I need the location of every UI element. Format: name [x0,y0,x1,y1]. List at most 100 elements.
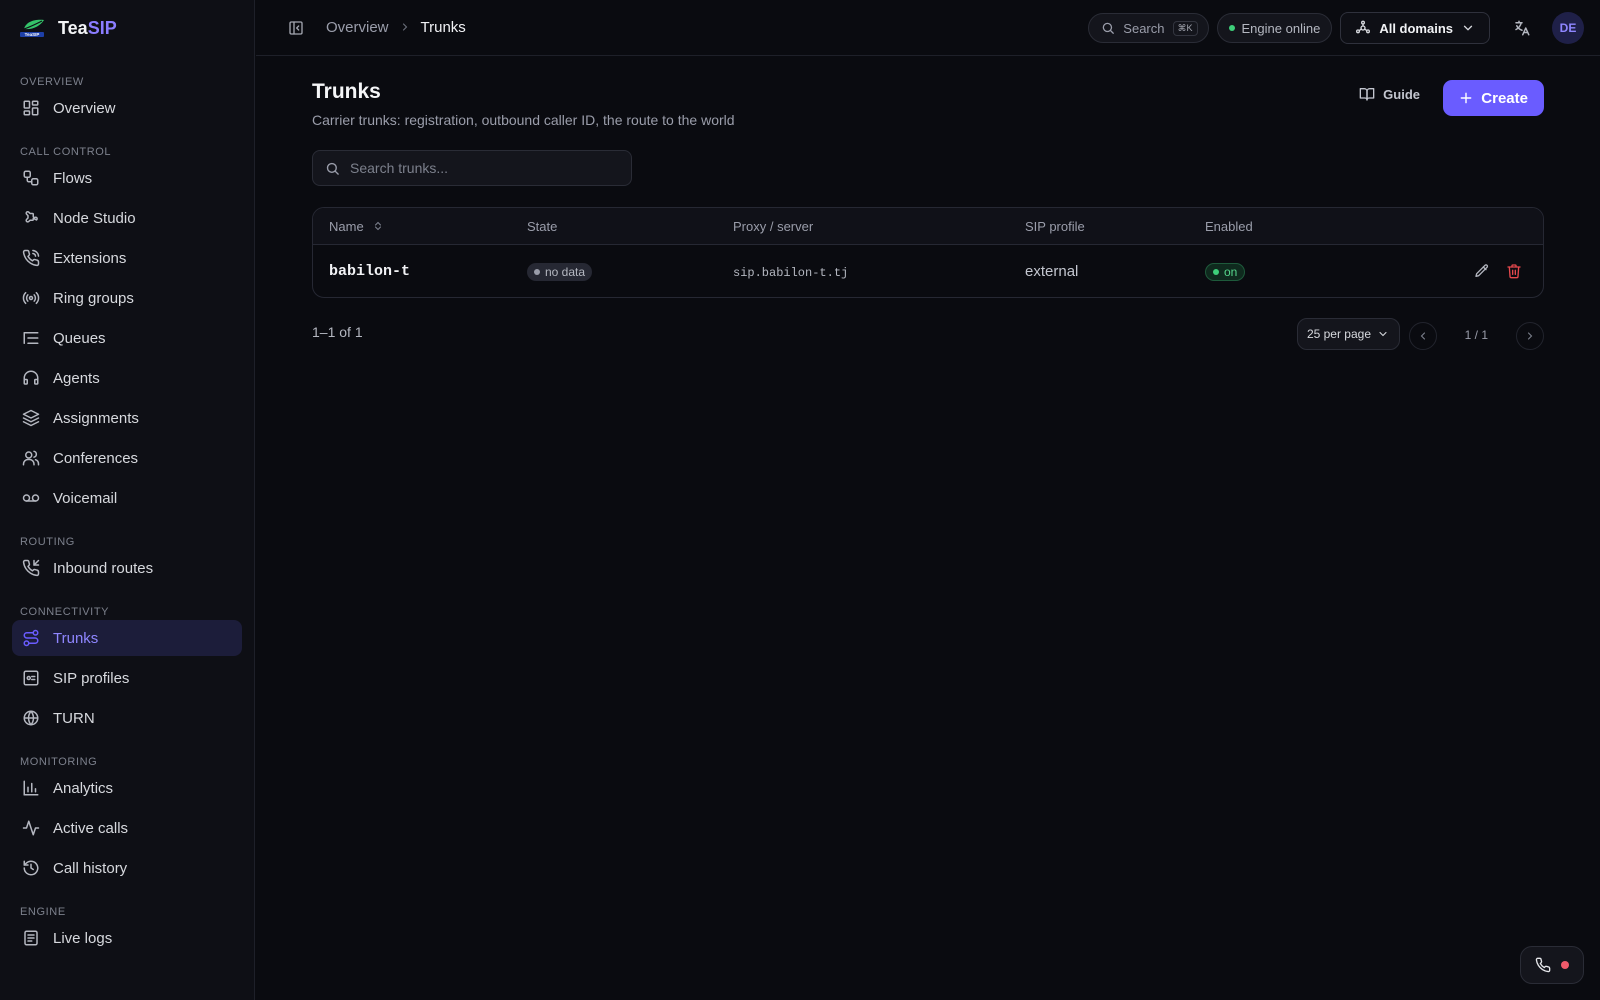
chevron-left-icon [1420,332,1426,340]
voicemail-icon [22,494,40,502]
server-icon [23,670,39,686]
per-page-select[interactable]: 25 per page [1296,318,1400,350]
sidebar-item-agents[interactable]: Agents [12,360,242,396]
sip-profile: external [1025,262,1079,280]
topbar-actions: Search ⌘K Engine online All domains DE [1088,12,1584,44]
sidebar-item-overview[interactable]: Overview [12,90,242,126]
sidebar-toggle-icon[interactable] [280,12,312,44]
sidebar-item-ring-groups[interactable]: Ring groups [12,280,242,316]
sidebar-section-title: MONITORING [20,756,98,768]
workflow-icon [23,170,39,186]
column-header-name[interactable]: Name [313,219,527,234]
state-dot-icon [534,268,540,275]
phone-incoming-icon [22,559,40,577]
globe-icon [23,710,39,726]
sidebar-item-node-studio[interactable]: Node Studio [12,200,242,236]
sidebar-item-voicemail[interactable]: Voicemail [12,480,242,516]
sidebar-item-label: Queues [53,329,106,347]
phone-icon [1535,957,1551,973]
sidebar-item-label: Live logs [53,929,113,947]
brand[interactable]: TeaSIP TeaSIP [0,0,254,56]
sidebar-item-conferences[interactable]: Conferences [12,440,242,476]
chevron-down-icon [1379,331,1387,337]
create-button[interactable]: Create [1443,80,1544,116]
page-title: Trunks [312,80,381,103]
guide-button[interactable]: Guide [1359,86,1420,102]
sidebar-item-flows[interactable]: Flows [12,160,242,196]
column-header-profile: SIP profile [1025,218,1085,234]
sidebar-item-label: Node Studio [53,209,136,227]
sidebar-item-label: Trunks [53,629,99,647]
sidebar-item-queues[interactable]: Queues [12,320,242,356]
sidebar-item-extensions[interactable]: Extensions [12,240,242,276]
trunk-search-box [312,150,632,186]
sidebar-item-label: Analytics [53,779,114,797]
search-icon [326,162,339,175]
guide-label: Guide [1383,86,1420,102]
sidebar-item-label: Inbound routes [53,559,154,577]
topbar: Overview Trunks Search ⌘K Engine online … [256,0,1600,56]
puzzle-icon [25,210,38,223]
sidebar-item-label: Assignments [53,409,139,427]
sidebar-item-analytics[interactable]: Analytics [12,770,242,806]
sidebar-item-active-calls[interactable]: Active calls [12,810,242,846]
sidebar-item-call-history[interactable]: Call history [12,850,242,886]
sidebar-item-sip-profiles[interactable]: SIP profiles [12,660,242,696]
sidebar-item-label: Voicemail [53,489,118,507]
sidebar-section-title: ROUTING [20,536,75,548]
book-open-icon [1359,88,1375,101]
sidebar-item-label: Overview [53,99,116,117]
sidebar-item-label: Call history [53,859,128,877]
users-icon [22,450,40,466]
enabled-dot-icon [1213,268,1219,275]
headset-icon [23,370,39,385]
layers-icon [22,409,40,427]
breadcrumb: Overview Trunks [326,19,466,36]
trunks-table: Name State Proxy / server SIP profile En… [312,207,1544,298]
sort-icon [374,221,381,231]
table-row[interactable]: babilon-t no data sip.babilon-t.tj exter… [313,245,1543,297]
next-page-button[interactable] [1516,322,1544,350]
sidebar-item-live-logs[interactable]: Live logs [12,920,242,956]
sidebar-section: OVERVIEW Overview [0,64,254,126]
trunk-name[interactable]: babilon-t [329,263,410,280]
chevron-right-icon [399,20,411,36]
domain-selector[interactable]: All domains [1340,12,1490,44]
sidebar-section: ENGINE Live logs [0,894,254,956]
enabled-badge: on [1205,262,1246,281]
global-search-button[interactable]: Search ⌘K [1088,13,1209,43]
column-header-enabled: Enabled [1205,218,1253,234]
breadcrumb-overview[interactable]: Overview [326,19,389,36]
trunk-search-input[interactable] [350,160,610,176]
sidebar-item-turn[interactable]: TURN [12,700,242,736]
search-icon [1102,22,1115,34]
sidebar-item-label: Conferences [53,449,139,467]
column-header-proxy: Proxy / server [733,218,814,234]
phone-call-icon [22,249,40,267]
language-icon[interactable] [1506,12,1538,44]
sidebar: TeaSIP TeaSIP OVERVIEW Overview CALL CONTR… [0,0,255,1000]
sidebar-item-label: TURN [53,709,95,727]
table-header: Name State Proxy / server SIP profile En… [313,208,1543,245]
proxy-server: sip.babilon-t.tj [733,265,849,280]
sidebar-item-inbound-routes[interactable]: Inbound routes [12,550,242,586]
user-avatar[interactable]: DE [1552,12,1584,44]
trash-icon[interactable] [1505,262,1523,280]
chevron-right-icon [1527,332,1533,340]
prev-page-button[interactable] [1409,322,1437,350]
pagination-range: 1–1 of 1 [312,324,363,340]
page-subtitle: Carrier trunks: registration, outbound c… [312,112,735,128]
edit-icon[interactable] [1473,262,1491,280]
page-header: Trunks Carrier trunks: registration, out… [312,56,1544,150]
engine-status-text: Engine online [1241,20,1321,36]
softphone-widget[interactable] [1520,946,1584,984]
network-icon [1356,20,1371,34]
route-icon [23,629,39,647]
sidebar-item-trunks[interactable]: Trunks [12,620,242,656]
sidebar-item-assignments[interactable]: Assignments [12,400,242,436]
sidebar-section: CONNECTIVITY Trunks SIP profiles TURN [0,594,254,736]
search-shortcut: ⌘K [1172,20,1198,36]
phone-status-dot-icon [1561,961,1569,969]
page-indicator: 1 / 1 [1464,328,1488,342]
activity-icon [22,820,40,836]
